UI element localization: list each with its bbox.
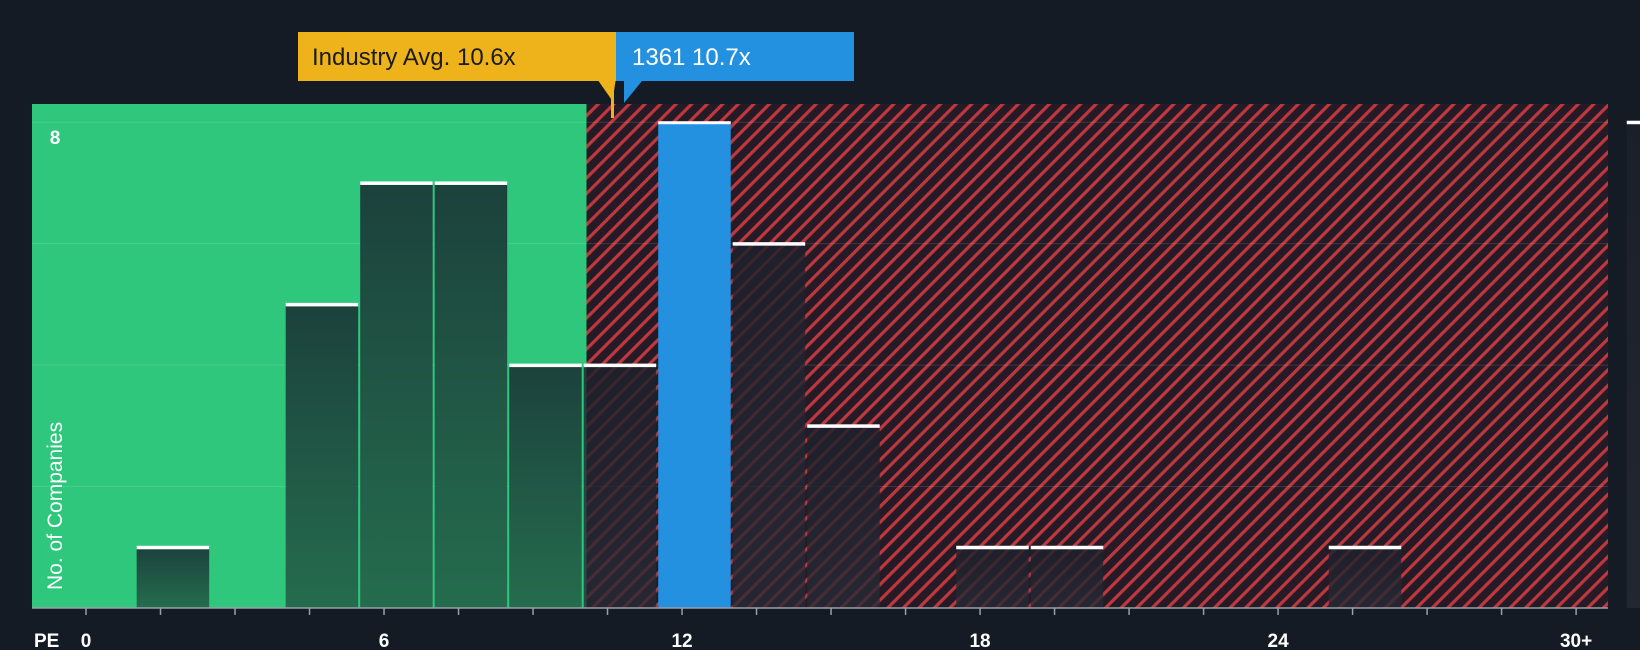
bar-cap — [732, 242, 806, 246]
bar-cap — [1328, 545, 1402, 550]
bar-cap — [434, 181, 508, 185]
histogram-bar — [509, 365, 582, 608]
x-axis-title: PE — [34, 631, 59, 650]
industry-avg-label: Industry Avg. 10.6x — [312, 44, 516, 71]
histogram-bar — [434, 182, 508, 608]
histogram-bar — [1030, 547, 1104, 608]
bar-cap — [1626, 120, 1640, 125]
bar-cap — [658, 121, 731, 125]
histogram-bar — [285, 304, 359, 608]
histogram-bar — [583, 365, 657, 608]
x-tick-label: 18 — [969, 631, 990, 650]
chart-svg: 0 6 12 18 24 30+ 8 PE No. of Companies Indust… — [32, 32, 1640, 650]
bar-cap — [509, 363, 582, 368]
bar-cap — [807, 424, 880, 428]
company-pe-label: 1361 10.7x — [632, 44, 751, 71]
bar-cap — [360, 181, 433, 185]
bar-cap — [583, 363, 657, 368]
x-tick-label: 30+ — [1560, 631, 1592, 650]
x-tick-label: 24 — [1268, 631, 1290, 650]
histogram-bar — [658, 122, 731, 609]
pe-distribution-chart: 0 6 12 18 24 30+ 8 PE No. of Companies Indust… — [0, 0, 1640, 650]
x-tick-label: 6 — [379, 631, 390, 650]
y-axis-title: No. of Companies — [44, 422, 67, 590]
bar-cap — [136, 545, 210, 550]
histogram-bar — [360, 182, 433, 608]
histogram-bar — [1626, 122, 1640, 609]
x-axis-ticks: 0 6 12 18 24 30+ — [81, 608, 1592, 650]
histogram-bar — [1328, 547, 1402, 608]
bar-cap — [285, 302, 359, 307]
x-tick-label: 12 — [671, 631, 692, 650]
histogram-bar — [136, 547, 210, 608]
bar-cap — [956, 545, 1029, 550]
histogram-bar — [732, 243, 806, 608]
y-tick-label: 8 — [50, 128, 61, 149]
histogram-bar — [807, 425, 880, 608]
histogram-bar — [956, 547, 1029, 608]
bar-cap — [1030, 545, 1104, 550]
x-tick-label: 0 — [81, 631, 92, 650]
